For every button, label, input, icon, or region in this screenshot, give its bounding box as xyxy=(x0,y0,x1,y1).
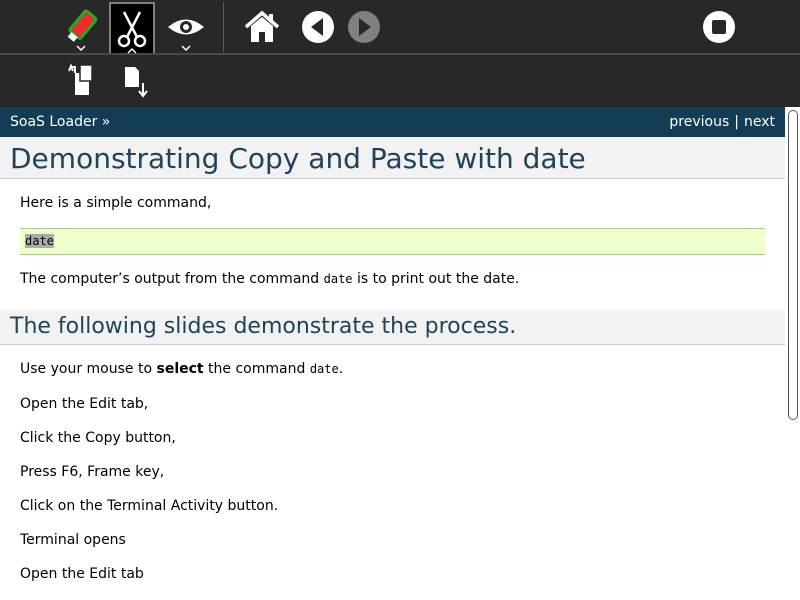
chevron-up-icon xyxy=(127,48,137,54)
step1-text-before: Use your mouse to xyxy=(20,361,157,377)
nav-separator: | xyxy=(734,114,739,130)
section-heading: The following slides demonstrate the pro… xyxy=(0,310,785,345)
step-select: Use your mouse to select the command dat… xyxy=(20,361,343,377)
stop-icon xyxy=(703,11,735,43)
breadcrumb-link[interactable]: SoaS Loader » xyxy=(10,114,110,130)
chevron-down-icon xyxy=(181,45,191,51)
back-icon xyxy=(302,11,334,43)
forward-button[interactable] xyxy=(341,4,387,50)
scissors-icon xyxy=(117,10,147,47)
activity-button[interactable] xyxy=(58,4,104,51)
intro-text: Here is a simple command, xyxy=(20,195,212,211)
toolbar-separator xyxy=(223,2,224,52)
step-item: Open the Edit tab, xyxy=(20,396,149,412)
page-title: Demonstrating Copy and Paste with date xyxy=(0,137,785,179)
step1-text-mid: the command xyxy=(203,361,310,377)
step-item: Open the Edit tab xyxy=(20,566,144,582)
output-description: The computer’s output from the command d… xyxy=(20,271,519,287)
code-line-selected[interactable]: date xyxy=(25,234,54,248)
home-button[interactable] xyxy=(239,4,285,50)
step1-text-after: . xyxy=(338,361,344,377)
step-item: Press F6, Frame key, xyxy=(20,464,165,480)
inline-code: date xyxy=(309,362,339,376)
output-text-after: is to print out the date. xyxy=(352,271,520,287)
step-item: Terminal opens xyxy=(20,532,126,548)
document-body: Demonstrating Copy and Paste with date H… xyxy=(0,137,785,600)
previous-link[interactable]: previous xyxy=(669,114,729,130)
inline-code: date xyxy=(323,272,353,286)
edit-toolbar xyxy=(0,55,800,107)
next-link[interactable]: next xyxy=(744,114,775,130)
step-item: Click the Copy button, xyxy=(20,430,176,446)
paste-button[interactable] xyxy=(111,58,157,104)
output-text-before: The computer’s output from the command xyxy=(20,271,324,287)
forward-icon xyxy=(348,11,380,43)
step-item: Click on the Terminal Activity button. xyxy=(20,498,279,514)
scrollbar-thumb[interactable] xyxy=(788,110,798,420)
home-icon xyxy=(244,10,280,42)
code-block[interactable]: date xyxy=(20,228,765,255)
eye-icon xyxy=(168,19,204,35)
step1-bold: select xyxy=(156,361,204,377)
paste-icon xyxy=(125,67,148,98)
view-button[interactable] xyxy=(163,4,209,51)
edit-button[interactable] xyxy=(109,2,155,54)
chevron-down-icon xyxy=(76,45,86,51)
activity-icon xyxy=(67,9,98,42)
copy-button[interactable] xyxy=(58,58,104,104)
stop-button[interactable] xyxy=(696,4,742,50)
main-toolbar xyxy=(0,0,800,55)
back-button[interactable] xyxy=(295,4,341,50)
doc-navbar: SoaS Loader » previous | next xyxy=(0,107,785,137)
copy-icon xyxy=(68,63,93,95)
